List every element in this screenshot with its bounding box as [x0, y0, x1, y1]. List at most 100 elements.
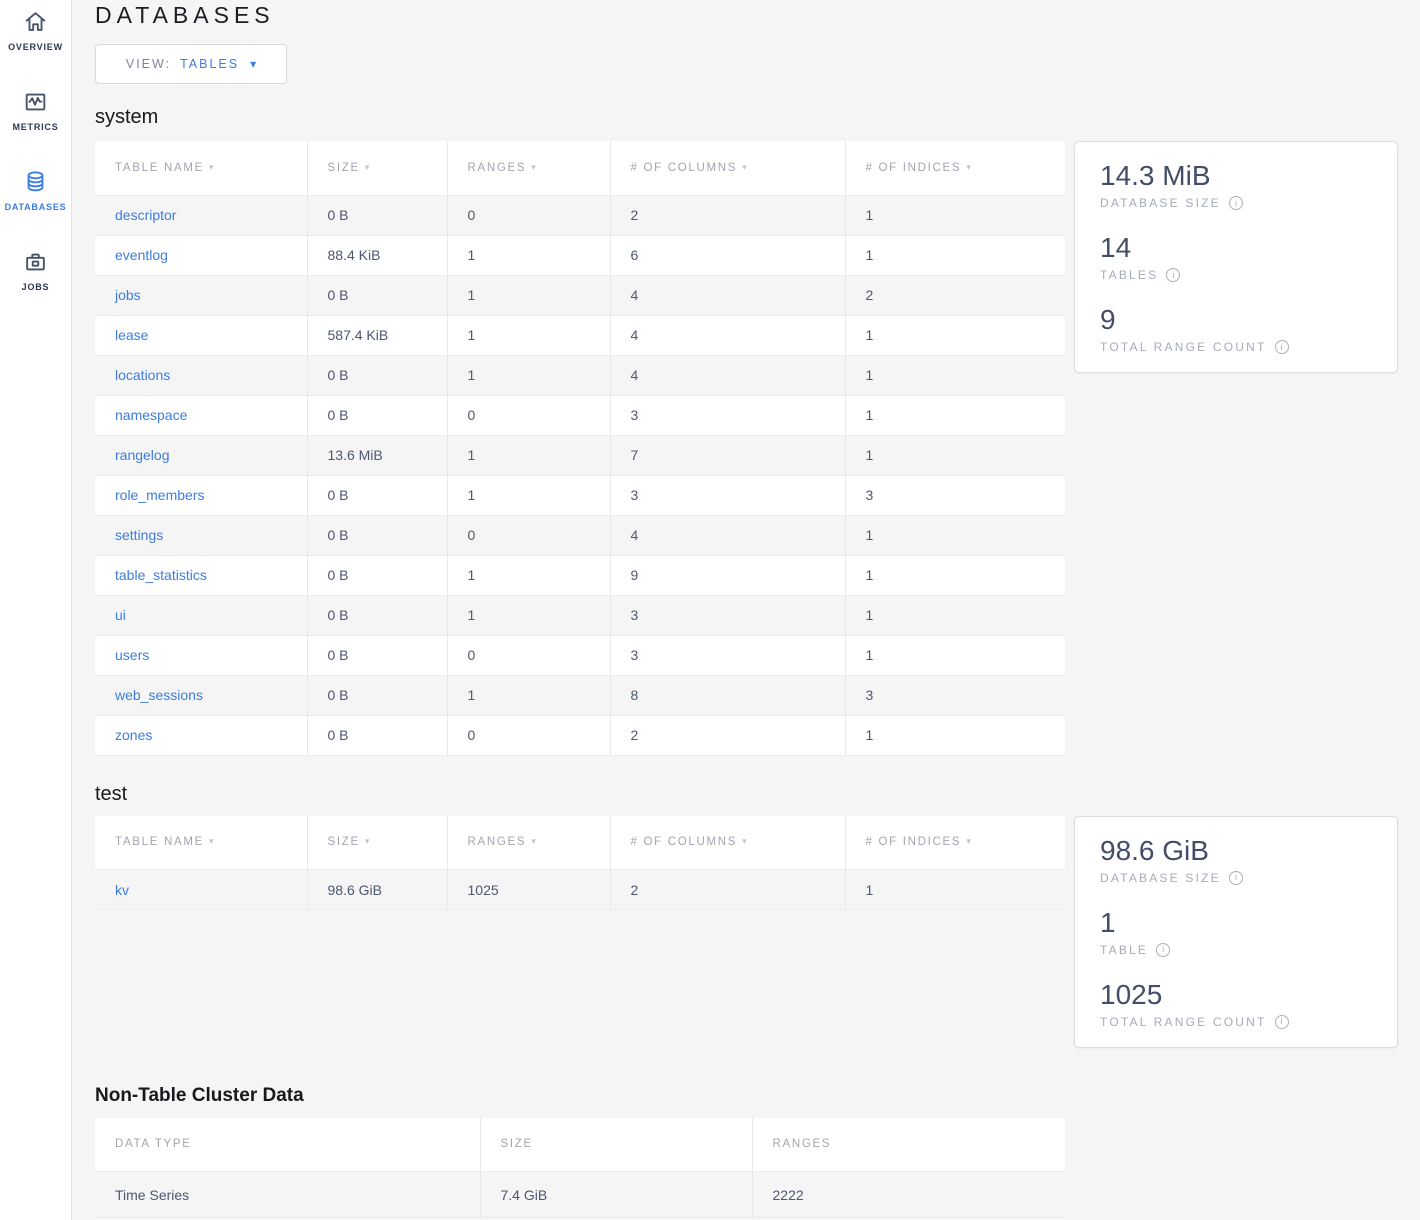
- cell: 587.4 KiB: [307, 315, 447, 355]
- info-icon[interactable]: i: [1229, 871, 1243, 885]
- info-icon[interactable]: i: [1166, 268, 1180, 282]
- cell-table-name: rangelog: [95, 435, 307, 475]
- cell: 98.6 GiB: [307, 870, 447, 910]
- table-link[interactable]: jobs: [115, 287, 141, 303]
- cell: 0 B: [307, 555, 447, 595]
- column-header-of-indices[interactable]: # OF INDICES▾: [845, 816, 1065, 870]
- cell: Time Series: [95, 1172, 480, 1218]
- cell: 1: [845, 195, 1065, 235]
- column-header-of-columns[interactable]: # OF COLUMNS▾: [610, 141, 845, 195]
- sort-caret-icon: ▾: [531, 162, 537, 172]
- stat-label: TOTAL RANGE COUNTi: [1100, 340, 1372, 354]
- cell: 1: [447, 275, 610, 315]
- stat-label-text: DATABASE SIZE: [1100, 871, 1221, 885]
- info-icon[interactable]: i: [1275, 340, 1289, 354]
- table-link[interactable]: users: [115, 647, 149, 663]
- table-row: namespace0 B031: [95, 395, 1065, 435]
- cell-table-name: locations: [95, 355, 307, 395]
- table-link[interactable]: descriptor: [115, 207, 176, 223]
- cell: 2222: [752, 1172, 1065, 1218]
- column-header-table-name[interactable]: TABLE NAME▾: [95, 816, 307, 870]
- column-header-size[interactable]: SIZE▾: [307, 816, 447, 870]
- cell: 1: [447, 675, 610, 715]
- cell: 4: [610, 515, 845, 555]
- sidebar-item-label: JOBS: [22, 282, 50, 292]
- metrics-icon: [22, 89, 49, 115]
- cell: 1: [447, 595, 610, 635]
- cell-table-name: lease: [95, 315, 307, 355]
- info-icon[interactable]: i: [1156, 943, 1170, 957]
- cell: 0 B: [307, 195, 447, 235]
- column-header-ranges[interactable]: RANGES▾: [447, 816, 610, 870]
- info-icon[interactable]: i: [1275, 1015, 1289, 1029]
- cell: 7.4 GiB: [480, 1172, 752, 1218]
- table-link[interactable]: ui: [115, 607, 126, 623]
- sort-caret-icon: ▾: [531, 836, 537, 846]
- cell: 7: [610, 435, 845, 475]
- summary-stat: 14TABLESi: [1100, 232, 1372, 282]
- cell: 1: [845, 395, 1065, 435]
- cell: 1025: [447, 870, 610, 910]
- summary-stat: 9TOTAL RANGE COUNTi: [1100, 304, 1372, 354]
- home-icon: [22, 9, 49, 35]
- section-title: Non-Table Cluster Data: [95, 1085, 1420, 1107]
- summary-card-test: 98.6 GiBDATABASE SIZEi1TABLEi1025TOTAL R…: [1074, 816, 1398, 1048]
- cell-table-name: zones: [95, 715, 307, 755]
- cell: 1: [845, 555, 1065, 595]
- table-link[interactable]: namespace: [115, 407, 187, 423]
- cell: 0 B: [307, 595, 447, 635]
- main-content: DATABASES VIEW: TABLES ▾ system TABLE NA…: [72, 0, 1420, 1218]
- cell: 1: [447, 475, 610, 515]
- table-link[interactable]: locations: [115, 367, 170, 383]
- table-row: web_sessions0 B183: [95, 675, 1065, 715]
- table-row: zones0 B021: [95, 715, 1065, 755]
- stat-label: TABLESi: [1100, 268, 1372, 282]
- table-link[interactable]: rangelog: [115, 447, 170, 463]
- table-link[interactable]: zones: [115, 727, 152, 743]
- stat-label: TABLE i: [1100, 943, 1372, 957]
- info-icon[interactable]: i: [1229, 196, 1243, 210]
- view-dropdown[interactable]: VIEW: TABLES ▾: [95, 44, 287, 84]
- column-header-size[interactable]: SIZE▾: [307, 141, 447, 195]
- cell: 0 B: [307, 395, 447, 435]
- sort-caret-icon: ▾: [966, 836, 972, 846]
- column-header-data-type: DATA TYPE: [95, 1118, 480, 1172]
- sidebar-item-overview[interactable]: OVERVIEW: [0, 0, 71, 80]
- table-link[interactable]: role_members: [115, 487, 204, 503]
- sidebar-item-jobs[interactable]: JOBS: [0, 240, 71, 320]
- header-row: TABLE NAME▾SIZE▾RANGES▾# OF COLUMNS▾# OF…: [95, 816, 1065, 870]
- summary-card-system: 14.3 MiBDATABASE SIZEi14TABLESi9TOTAL RA…: [1074, 141, 1398, 373]
- cell: 6: [610, 235, 845, 275]
- table-link[interactable]: table_statistics: [115, 567, 207, 583]
- cell-table-name: users: [95, 635, 307, 675]
- sidebar-item-metrics[interactable]: METRICS: [0, 80, 71, 160]
- table-link[interactable]: settings: [115, 527, 163, 543]
- stat-value: 98.6 GiB: [1100, 835, 1372, 867]
- sort-caret-icon: ▾: [209, 836, 215, 846]
- column-header-of-indices[interactable]: # OF INDICES▾: [845, 141, 1065, 195]
- cell: 1: [845, 315, 1065, 355]
- cell: 1: [845, 515, 1065, 555]
- table-link[interactable]: lease: [115, 327, 148, 343]
- column-header-ranges: RANGES: [752, 1118, 1065, 1172]
- cell: 9: [610, 555, 845, 595]
- table-row: jobs0 B142: [95, 275, 1065, 315]
- header-row: DATA TYPESIZERANGES: [95, 1118, 1065, 1172]
- cell: 0: [447, 395, 610, 435]
- stat-label-text: TABLE: [1100, 943, 1148, 957]
- column-header-size: SIZE: [480, 1118, 752, 1172]
- table-link[interactable]: kv: [115, 882, 129, 898]
- table-link[interactable]: eventlog: [115, 247, 168, 263]
- stat-label: DATABASE SIZE i: [1100, 871, 1372, 885]
- cell: 1: [447, 555, 610, 595]
- table-link[interactable]: web_sessions: [115, 687, 203, 703]
- view-dropdown-label: VIEW:: [126, 57, 171, 71]
- column-header-ranges[interactable]: RANGES▾: [447, 141, 610, 195]
- cell: 3: [610, 635, 845, 675]
- column-header-table-name[interactable]: TABLE NAME▾: [95, 141, 307, 195]
- cell: 3: [610, 475, 845, 515]
- table-row: users0 B031: [95, 635, 1065, 675]
- column-header-of-columns[interactable]: # OF COLUMNS▾: [610, 816, 845, 870]
- sidebar-item-databases[interactable]: DATABASES: [0, 160, 71, 240]
- database-section-system: system TABLE NAME▾SIZE▾RANGES▾# OF COLUM…: [95, 106, 1420, 756]
